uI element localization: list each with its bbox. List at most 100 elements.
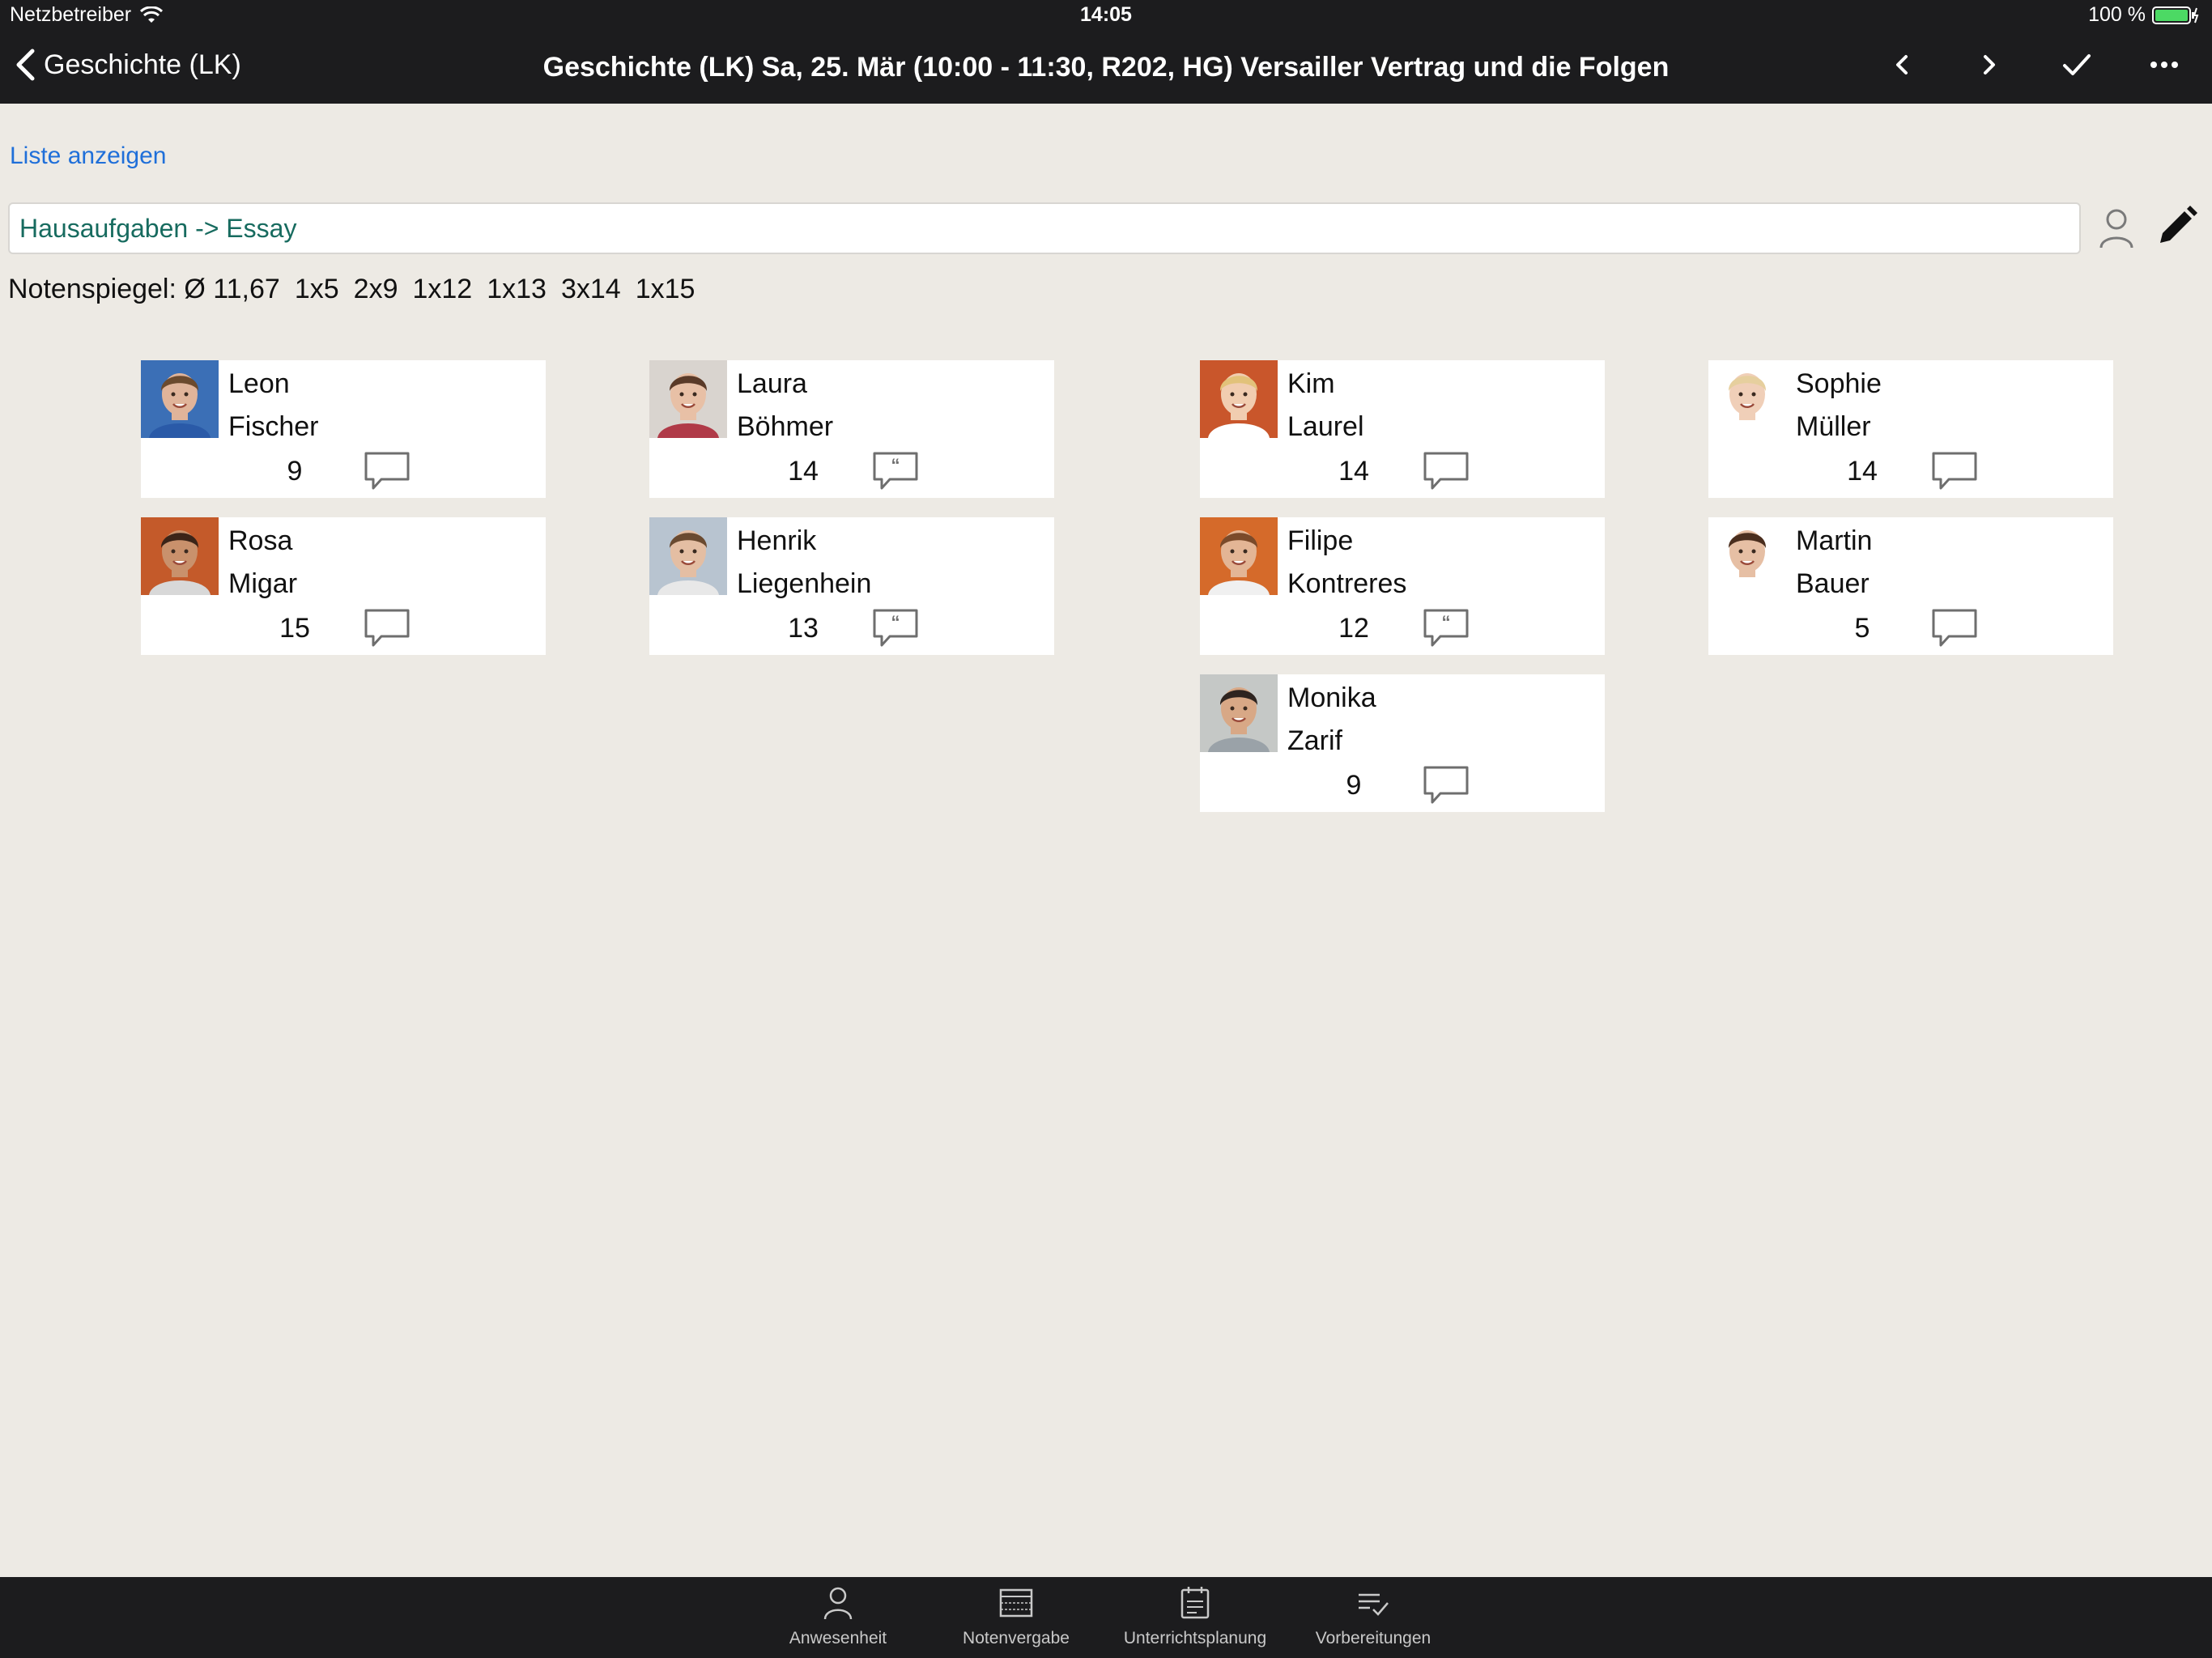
comment-icon[interactable] <box>1931 608 1978 648</box>
checklist-icon <box>1359 1593 1389 1616</box>
student-card[interactable]: Laura Böhmer 14 “ <box>649 360 1054 498</box>
person-icon <box>823 1587 853 1620</box>
student-first-name: Filipe <box>1287 525 1354 556</box>
tab-bar: Anwesenheit Notenvergabe Unterrichtsplan… <box>0 1577 2212 1658</box>
student-first-name: Sophie <box>1796 368 1882 399</box>
assignment-field[interactable]: Hausaufgaben -> Essay <box>8 202 2081 254</box>
student-grade[interactable]: 5 <box>1830 613 1895 644</box>
student-card[interactable]: Martin Bauer 5 <box>1708 517 2113 655</box>
svg-text:“: “ <box>891 612 900 632</box>
student-card[interactable]: Henrik Liegenhein 13 “ <box>649 517 1054 655</box>
navigation-bar: Netzbetreiber 14:05 100 % Geschichte (LK… <box>0 0 2212 104</box>
student-last-name: Migar <box>228 568 298 599</box>
student-card[interactable]: Leon Fischer 9 <box>141 360 546 498</box>
tab-label: Anwesenheit <box>789 1629 887 1647</box>
student-photo <box>1708 517 1786 595</box>
student-grade[interactable]: 13 <box>771 613 836 644</box>
tab-label: Notenvergabe <box>963 1629 1070 1647</box>
student-last-name: Zarif <box>1287 725 1342 756</box>
comment-icon[interactable] <box>364 608 410 648</box>
student-grade[interactable]: 12 <box>1321 613 1386 644</box>
student-last-name: Kontreres <box>1287 568 1407 599</box>
tab-grading[interactable]: Notenvergabe <box>935 1585 1097 1658</box>
previous-lesson-button[interactable] <box>1887 49 1917 81</box>
grade-count: 3x14 <box>560 274 621 304</box>
planning-icon <box>1180 1587 1210 1619</box>
student-avatar <box>1200 360 1278 438</box>
student-photo <box>1200 674 1278 752</box>
student-avatar <box>649 360 727 438</box>
student-card[interactable]: Monika Zarif 9 <box>1200 674 1605 812</box>
student-first-name: Monika <box>1287 682 1376 713</box>
student-last-name: Böhmer <box>737 411 834 442</box>
student-grade[interactable]: 14 <box>1830 456 1895 487</box>
student-grade[interactable]: 15 <box>262 613 327 644</box>
status-battery: 100 % <box>2088 3 2199 27</box>
student-last-name: Liegenhein <box>737 568 872 599</box>
comment-filled-icon[interactable]: “ <box>872 451 919 491</box>
student-last-name: Laurel <box>1287 411 1364 442</box>
student-last-name: Bauer <box>1796 568 1870 599</box>
student-card[interactable]: Filipe Kontreres 12 “ <box>1200 517 1605 655</box>
svg-text:“: “ <box>891 455 900 475</box>
next-lesson-button[interactable] <box>1974 49 2005 81</box>
student-first-name: Rosa <box>228 525 293 556</box>
tab-lesson-planning[interactable]: Unterrichtsplanung <box>1114 1585 1276 1658</box>
grade-count: 1x12 <box>412 274 473 304</box>
tab-label: Vorbereitungen <box>1315 1629 1431 1647</box>
grade-distribution: Notenspiegel: Ø 11,67 1x5 2x9 1x12 1x13 … <box>8 274 695 305</box>
grade-count: 1x15 <box>635 274 696 304</box>
student-avatar <box>1708 360 1786 438</box>
pencil-icon[interactable] <box>2154 204 2199 249</box>
student-photo <box>1200 360 1278 438</box>
tab-preparations[interactable]: Vorbereitungen <box>1292 1585 1454 1658</box>
student-grade[interactable]: 14 <box>771 456 836 487</box>
more-options-button[interactable] <box>2149 49 2180 81</box>
student-avatar <box>1200 517 1278 595</box>
student-last-name: Fischer <box>228 411 319 442</box>
grade-count: 1x13 <box>487 274 547 304</box>
comment-filled-icon[interactable]: “ <box>1423 608 1470 648</box>
confirm-check-button[interactable] <box>2061 49 2092 81</box>
student-grade[interactable]: 9 <box>1321 770 1386 801</box>
comment-icon[interactable] <box>364 451 410 491</box>
student-first-name: Leon <box>228 368 290 399</box>
student-photo <box>141 360 219 438</box>
svg-text:“: “ <box>1442 612 1451 632</box>
student-first-name: Kim <box>1287 368 1335 399</box>
student-photo <box>141 517 219 595</box>
comment-icon[interactable] <box>1423 451 1470 491</box>
student-grade[interactable]: 9 <box>262 456 327 487</box>
battery-icon <box>2152 6 2199 24</box>
student-first-name: Laura <box>737 368 807 399</box>
comment-filled-icon[interactable]: “ <box>872 608 919 648</box>
student-photo <box>1200 517 1278 595</box>
student-avatar <box>649 517 727 595</box>
student-first-name: Martin <box>1796 525 1873 556</box>
student-avatar <box>141 517 219 595</box>
tab-label: Unterrichtsplanung <box>1123 1629 1267 1647</box>
status-time: 14:05 <box>1080 3 1132 26</box>
student-card[interactable]: Kim Laurel 14 <box>1200 360 1605 498</box>
grade-count: 1x5 <box>294 274 339 304</box>
student-last-name: Müller <box>1796 411 1871 442</box>
student-card[interactable]: Sophie Müller 14 <box>1708 360 2113 498</box>
show-list-link[interactable]: Liste anzeigen <box>10 142 166 170</box>
student-avatar <box>1708 517 1786 595</box>
battery-percent: 100 % <box>2088 3 2146 26</box>
student-avatar <box>141 360 219 438</box>
comment-icon[interactable] <box>1931 451 1978 491</box>
grade-grid-icon <box>999 1588 1033 1618</box>
student-photo <box>649 360 727 438</box>
student-grade[interactable]: 14 <box>1321 456 1386 487</box>
tab-attendance[interactable]: Anwesenheit <box>757 1585 919 1658</box>
nav-actions <box>1887 49 2180 81</box>
grade-average: Notenspiegel: Ø 11,67 <box>8 274 280 304</box>
person-icon[interactable] <box>2099 207 2134 249</box>
page-title: Geschichte (LK) Sa, 25. Mär (10:00 - 11:… <box>542 52 1670 83</box>
student-avatar <box>1200 674 1278 752</box>
student-photo <box>1708 360 1786 438</box>
student-first-name: Henrik <box>737 525 817 556</box>
comment-icon[interactable] <box>1423 765 1470 806</box>
student-card[interactable]: Rosa Migar 15 <box>141 517 546 655</box>
